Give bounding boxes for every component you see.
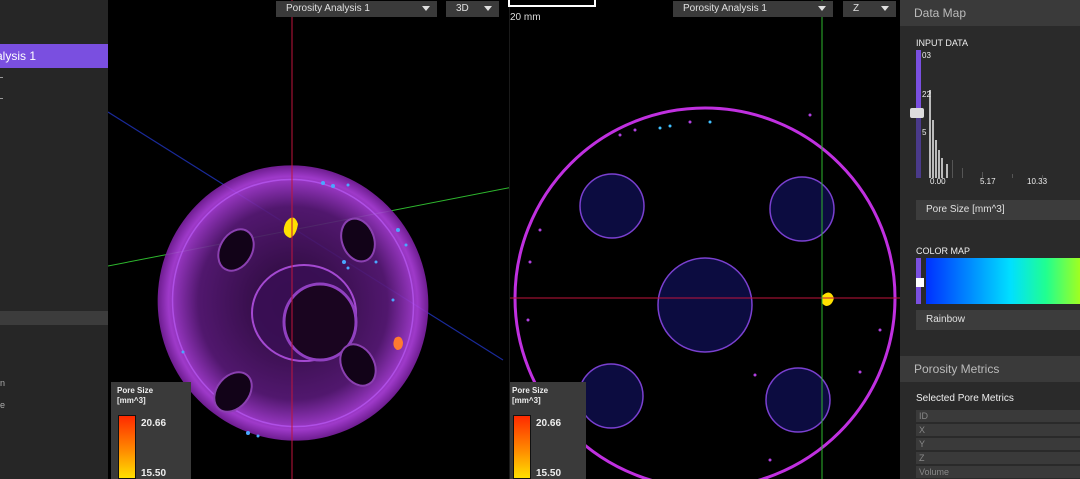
truncated-label: e <box>0 400 6 410</box>
metric-row-z: Z <box>916 451 1080 464</box>
hist-x-tick: 0.00 <box>930 177 946 186</box>
right-panel: Data Map INPUT DATA 03 22 5 0.00 5.17 10… <box>900 0 1080 479</box>
legend-min: 15.50 <box>536 468 562 479</box>
legend-max: 20.66 <box>141 418 167 429</box>
analysis-dropdown-label: Porosity Analysis 1 <box>286 3 370 14</box>
hist-x-tick: 5.17 <box>980 177 996 186</box>
legend-max: 20.66 <box>536 418 562 429</box>
legend-gradient <box>118 415 136 479</box>
color-map-label: COLOR MAP <box>916 246 971 256</box>
chevron-down-icon <box>881 6 889 11</box>
data-field-select[interactable]: Pore Size [mm^3] <box>916 200 1080 220</box>
input-data-label: INPUT DATA <box>916 38 969 48</box>
analysis-dropdown-label: Porosity Analysis 1 <box>683 3 767 14</box>
hist-x-tick: 10.33 <box>1027 177 1048 186</box>
tree-line <box>0 77 3 78</box>
chevron-down-icon <box>484 6 492 11</box>
porosity-metrics-header[interactable]: Porosity Metrics <box>900 356 1080 382</box>
selected-pore-metrics-label: Selected Pore Metrics <box>916 393 1014 404</box>
viewport-3d[interactable]: Porosity Analysis 1 3D Pore Size [mm^3] … <box>108 0 510 479</box>
color-map-preview <box>926 258 1080 304</box>
scale-bar: 20 mm <box>508 0 598 23</box>
axis-label: Z <box>853 3 860 14</box>
analysis-list-item-selected[interactable]: alysis 1 <box>0 44 108 68</box>
truncated-label: n <box>0 378 6 388</box>
chevron-down-icon <box>818 6 826 11</box>
scale-label: 20 mm <box>510 12 541 23</box>
hist-y-tick: 03 <box>922 51 931 60</box>
metric-row-volume: Volume <box>916 465 1080 478</box>
pore-size-legend-left: Pore Size [mm^3] 20.66 15.50 <box>111 382 191 479</box>
input-histogram <box>929 90 1043 178</box>
analysis-dropdown-right[interactable]: Porosity Analysis 1 <box>673 1 833 17</box>
legend-title: Pore Size [mm^3] <box>117 386 154 405</box>
color-map-handle[interactable] <box>916 278 924 287</box>
data-map-header[interactable]: Data Map <box>900 0 1080 26</box>
chevron-down-icon <box>422 6 430 11</box>
analysis-list-item-label: alysis 1 <box>0 49 37 63</box>
color-map-select[interactable]: Rainbow <box>916 310 1080 330</box>
pore-size-legend-right: Pore Size [mm^3] 20.66 15.50 <box>510 382 586 479</box>
view-mode-label: 3D <box>456 3 469 14</box>
metric-row-id: ID <box>916 409 1080 422</box>
legend-title: Pore Size [mm^3] <box>512 386 549 405</box>
hist-y-tick: 5 <box>922 128 927 137</box>
viewport-slice[interactable]: Porosity Analysis 1 Z Pore Size [mm^3] 2… <box>510 0 900 479</box>
view-mode-dropdown[interactable]: 3D <box>446 1 499 17</box>
metric-row-x: X <box>916 423 1080 436</box>
metric-row-y: Y <box>916 437 1080 450</box>
axis-dropdown[interactable]: Z <box>843 1 896 17</box>
hist-y-tick: 22 <box>922 90 931 99</box>
left-panel: alysis 1 n e <box>0 0 108 479</box>
tree-line <box>0 98 3 99</box>
analysis-dropdown-left[interactable]: Porosity Analysis 1 <box>276 1 437 17</box>
legend-min: 15.50 <box>141 468 167 479</box>
input-range-fill <box>916 50 921 116</box>
legend-gradient <box>513 415 531 479</box>
section-divider <box>0 311 108 325</box>
